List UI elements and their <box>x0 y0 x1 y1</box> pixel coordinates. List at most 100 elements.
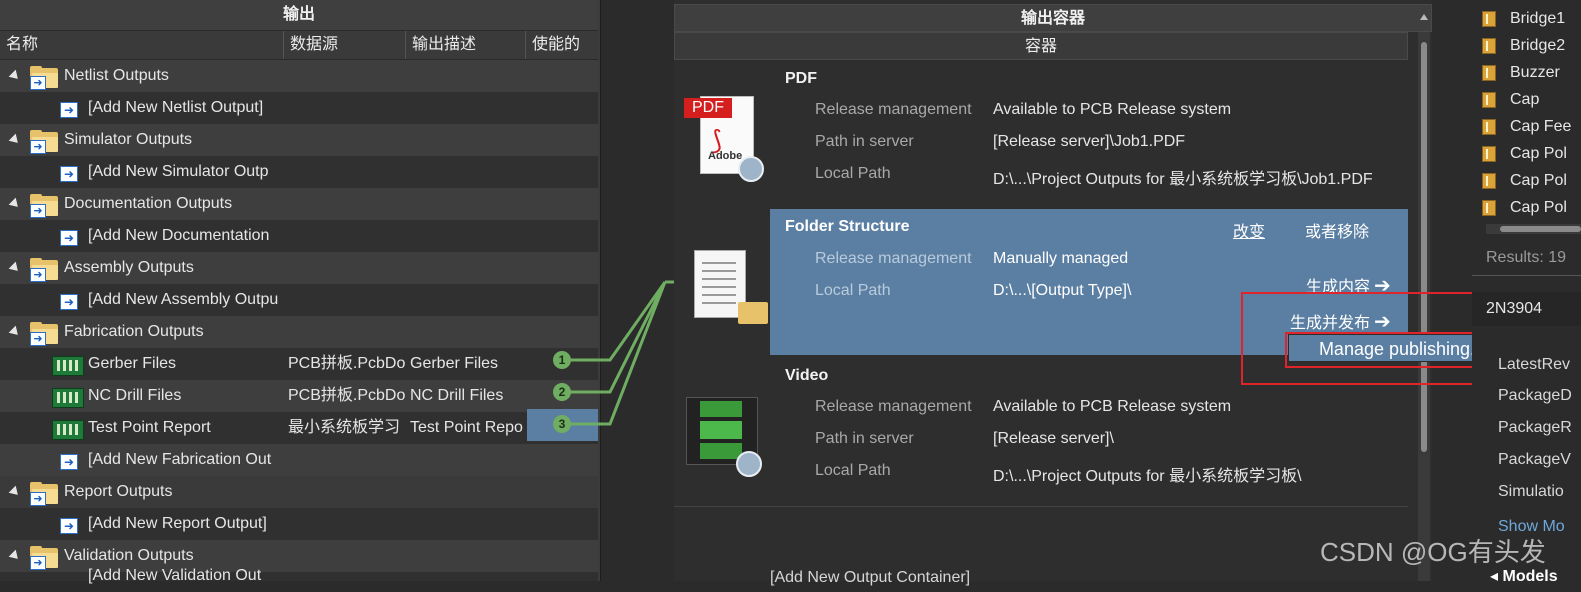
output-description: Test Point Repo <box>410 419 523 436</box>
component-item[interactable]: Cap Pol <box>1472 140 1581 167</box>
component-item[interactable]: Cap Fee <box>1472 113 1581 140</box>
field-label: Release management <box>815 398 972 415</box>
pcb-icon <box>52 420 84 440</box>
add-output-row[interactable]: ➜ [Add New Netlist Output] <box>0 92 598 124</box>
collapse-triangle-icon[interactable] <box>8 133 22 147</box>
group-label: Simulator Outputs <box>64 131 193 148</box>
group-fabrication-outputs[interactable]: ➜ Fabrication Outputs <box>0 316 598 348</box>
collapse-triangle-icon[interactable] <box>8 197 22 211</box>
field-label: Release management <box>815 250 972 267</box>
field-label: Local Path <box>815 165 891 182</box>
group-simulator-outputs[interactable]: ➜ Simulator Outputs <box>0 124 598 156</box>
horizontal-scrollbar[interactable] <box>1486 224 1581 234</box>
component-item[interactable]: Cap Pol <box>1472 167 1581 194</box>
col-data-source[interactable]: 数据源 <box>284 31 406 59</box>
param-label: LatestRev <box>1498 356 1571 373</box>
output-source: PCB拼板.PcbDo <box>288 387 406 404</box>
output-description: NC Drill Files <box>410 387 504 404</box>
add-output-label[interactable]: [Add New Assembly Outpu <box>88 284 283 316</box>
add-arrow-icon: ➜ <box>60 294 78 310</box>
group-label: Documentation Outputs <box>64 195 233 212</box>
output-containers-panel: 输出容器 容器 PDF ⟆ Adobe PDF Release manageme… <box>674 0 1432 586</box>
field-value: Available to PCB Release system <box>993 398 1232 415</box>
component-item[interactable]: Bridge1 <box>1472 5 1581 32</box>
component-icon <box>1482 65 1496 81</box>
scrollbar-thumb[interactable] <box>1500 226 1581 232</box>
add-arrow-icon: ➜ <box>60 166 78 182</box>
col-output-description[interactable]: 输出描述 <box>406 31 526 59</box>
components-panel: Bridge1 Bridge2 Buzzer Cap Cap Fee Cap P… <box>1472 0 1581 585</box>
component-item[interactable]: Cap Pol <box>1472 194 1581 221</box>
change-link[interactable]: 改变 <box>1233 218 1265 242</box>
add-container-link[interactable]: [Add New Output Container] <box>770 569 970 587</box>
add-output-row[interactable]: ➜ [Add New Report Output] <box>0 508 598 540</box>
component-icon <box>1482 38 1496 54</box>
collapse-triangle-icon[interactable] <box>8 325 22 339</box>
models-section-header[interactable]: ◂ Models <box>1490 566 1558 586</box>
field-label: Path in server <box>815 133 914 150</box>
component-item[interactable]: Cap <box>1472 86 1581 113</box>
add-output-row[interactable]: ➜ [Add New Assembly Outpu <box>0 284 598 316</box>
collapse-triangle-icon[interactable] <box>8 261 22 275</box>
group-label: Fabrication Outputs <box>64 323 204 340</box>
component-item[interactable]: Buzzer <box>1472 59 1581 86</box>
add-arrow-icon: ➜ <box>60 102 78 118</box>
group-netlist-outputs[interactable]: ➜ Netlist Outputs <box>0 60 598 92</box>
add-output-label[interactable]: [Add New Report Output] <box>88 508 283 540</box>
field-label: Path in server <box>815 430 914 447</box>
scroll-up-icon[interactable] <box>1420 14 1428 20</box>
field-value: Manually managed <box>993 250 1129 267</box>
output-description: Gerber Files <box>410 355 499 372</box>
collapse-triangle-icon[interactable] <box>8 485 22 499</box>
component-icon <box>1482 119 1496 135</box>
add-output-label[interactable]: [Add New Simulator Outp <box>88 156 283 188</box>
add-arrow-icon: ➜ <box>60 454 78 470</box>
results-count: Results: 19 <box>1486 249 1567 266</box>
fab-output-test-point[interactable]: Test Point Report 最小系统板学习 Test Point Rep… <box>0 409 598 444</box>
outputs-panel: 输出 名称 数据源 输出描述 使能的 ➜ Netlist Outputs ➜ [… <box>0 0 601 584</box>
group-report-outputs[interactable]: ➜ Report Outputs <box>0 476 598 508</box>
field-value: [Release server]\ <box>993 430 1114 447</box>
containers-column-header: 容器 <box>674 32 1408 60</box>
field-value: D:\...\Project Outputs for 最小系统板学习板\ <box>993 468 1302 485</box>
fab-output-gerber[interactable]: Gerber Files PCB拼板.PcbDo Gerber Files <box>0 348 598 380</box>
connector-line-2 <box>570 281 667 394</box>
add-output-label[interactable]: [Add New Validation Out <box>88 560 283 592</box>
field-value: D:\...\Project Outputs for 最小系统板学习板\Job1… <box>993 171 1373 188</box>
pcb-icon <box>52 388 84 408</box>
add-output-label[interactable]: [Add New Fabrication Out <box>88 444 283 476</box>
scrollbar-thumb[interactable] <box>1421 42 1427 452</box>
group-label: Report Outputs <box>64 483 173 500</box>
pcb-icon <box>52 356 84 376</box>
group-assembly-outputs[interactable]: ➜ Assembly Outputs <box>0 252 598 284</box>
add-arrow-icon: ➜ <box>60 230 78 246</box>
folder-icon: ➜ <box>30 66 60 90</box>
container-title: PDF <box>785 70 817 87</box>
folder-structure-icon <box>692 250 768 330</box>
group-documentation-outputs[interactable]: ➜ Documentation Outputs <box>0 188 598 220</box>
component-icon <box>1482 200 1496 216</box>
component-icon <box>1482 146 1496 162</box>
add-output-row[interactable]: [Add New Validation Out <box>0 567 598 584</box>
add-output-row[interactable]: ➜ [Add New Simulator Outp <box>0 156 598 188</box>
collapse-triangle-icon[interactable] <box>8 549 22 563</box>
output-name: Gerber Files <box>88 355 177 372</box>
col-name[interactable]: 名称 <box>0 31 284 59</box>
remove-link[interactable]: 或者移除 <box>1305 218 1369 242</box>
component-icon <box>1482 173 1496 189</box>
add-output-label[interactable]: [Add New Documentation <box>88 220 283 252</box>
container-pdf[interactable]: PDF ⟆ Adobe PDF Release management Avail… <box>674 60 1408 208</box>
output-name: Test Point Report <box>88 419 211 436</box>
outputs-column-headers: 名称 数据源 输出描述 使能的 <box>0 31 598 60</box>
add-output-row[interactable]: ➜ [Add New Fabrication Out <box>0 444 598 476</box>
collapse-triangle-icon[interactable] <box>8 69 22 83</box>
field-label: Local Path <box>815 462 891 479</box>
col-enabled[interactable]: 使能的 <box>526 31 598 59</box>
watermark: CSDN @OG有头发 <box>1320 537 1546 567</box>
field-label: Local Path <box>815 282 891 299</box>
part-name-field[interactable]: 2N3904 <box>1472 292 1581 326</box>
add-output-label[interactable]: [Add New Netlist Output] <box>88 92 283 124</box>
component-item[interactable]: Bridge2 <box>1472 32 1581 59</box>
add-output-row[interactable]: ➜ [Add New Documentation <box>0 220 598 252</box>
fab-output-nc-drill[interactable]: NC Drill Files PCB拼板.PcbDo NC Drill File… <box>0 380 598 412</box>
